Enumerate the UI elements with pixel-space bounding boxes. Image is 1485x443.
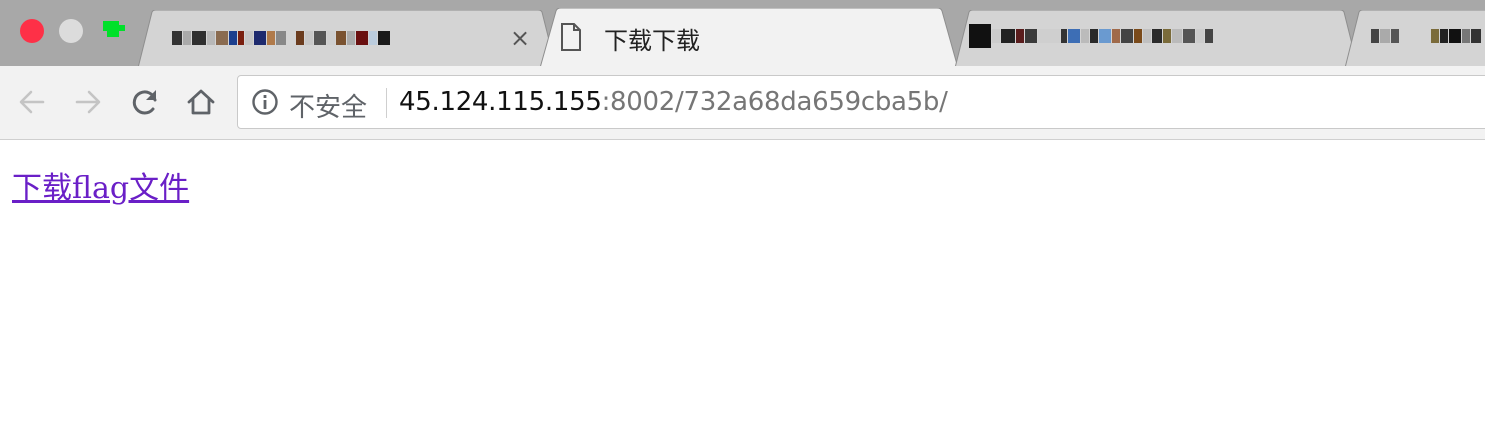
address-bar[interactable]: 不安全 45.124.115.155:8002/732a68da659cba5b… xyxy=(237,75,1485,129)
tab-title-obscured xyxy=(969,24,1214,48)
omnibox-divider xyxy=(386,88,387,118)
tab-active[interactable]: 下载下载 xyxy=(540,8,970,66)
tab-close-button[interactable]: × xyxy=(510,26,530,50)
tab-obscured-3[interactable] xyxy=(1345,10,1485,66)
arrow-left-icon[interactable] xyxy=(16,86,48,118)
tab-obscured-1[interactable]: × xyxy=(138,10,558,66)
reload-icon[interactable] xyxy=(129,86,161,118)
security-status-label[interactable]: 不安全 xyxy=(289,87,367,124)
tab-strip: × 下载下载 xyxy=(0,0,1485,66)
tab-title-obscured xyxy=(1371,24,1482,48)
document-icon xyxy=(561,23,581,51)
page-content: 下载flag文件 xyxy=(0,140,1485,443)
tab-title-obscured xyxy=(172,26,391,50)
home-icon[interactable] xyxy=(185,86,217,118)
info-icon[interactable] xyxy=(251,88,279,116)
window-close-button[interactable] xyxy=(20,19,44,43)
url-host: 45.124.115.155 xyxy=(399,87,602,117)
window-minimize-button[interactable] xyxy=(59,19,83,43)
url-path: :8002/732a68da659cba5b/ xyxy=(601,87,948,117)
window-zoom-button[interactable] xyxy=(103,21,125,43)
tab-title: 下载下载 xyxy=(604,27,700,55)
browser-toolbar: 不安全 45.124.115.155:8002/732a68da659cba5b… xyxy=(0,66,1485,140)
arrow-right-icon[interactable] xyxy=(72,86,104,118)
download-flag-link[interactable]: 下载flag文件 xyxy=(12,163,189,207)
url-text[interactable]: 45.124.115.155:8002/732a68da659cba5b/ xyxy=(399,87,948,117)
tab-obscured-2[interactable] xyxy=(955,10,1360,66)
